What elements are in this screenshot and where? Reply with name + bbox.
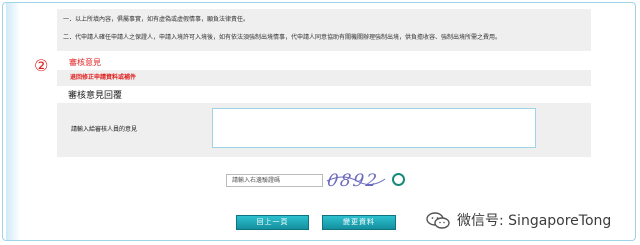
step-marker: ②: [34, 56, 49, 75]
back-button[interactable]: 回上一頁: [236, 215, 309, 230]
side-stripe: [6, 3, 20, 240]
review-message-panel: 退回修正申請資料或補件: [57, 70, 591, 86]
captcha-image-text: 0892: [326, 171, 380, 191]
captcha-input[interactable]: 請輸入右邊驗證碼: [226, 174, 323, 187]
change-data-button[interactable]: 變更資料: [322, 215, 396, 230]
declaration-notice: 一．以上所填內容，俱屬事實，如有虛偽或虛假情事，願負法律責任。 二．代申請人確任…: [57, 9, 591, 51]
watermark-text: 微信号: SingaporeTong: [457, 213, 612, 229]
captcha-image: 0892: [326, 171, 386, 191]
declaration-line-1: 一．以上所填內容，俱屬事實，如有虛偽或虛假情事，願負法律責任。: [63, 16, 250, 23]
form-frame: 一．以上所填內容，俱屬事實，如有虛偽或虛假情事，願負法律責任。 二．代申請人確任…: [2, 2, 636, 241]
review-message: 退回修正申請資料或補件: [70, 74, 137, 81]
refresh-icon[interactable]: [392, 173, 405, 186]
reply-panel: 請輸入給審核人員的意見: [57, 103, 591, 157]
wechat-icon: [426, 212, 450, 229]
reply-textarea[interactable]: [212, 108, 536, 148]
reply-section-title: 審核意見回覆: [68, 91, 123, 101]
review-section-title: 審核意見: [69, 58, 101, 67]
reply-field-label: 請輸入給審核人員的意見: [71, 126, 138, 133]
declaration-line-2: 二．代申請人確任申請人之保證人，申請入境許可入境後，如有依法須強制出境情事，代申…: [63, 34, 502, 41]
watermark: 微信号: SingaporeTong: [421, 207, 635, 235]
